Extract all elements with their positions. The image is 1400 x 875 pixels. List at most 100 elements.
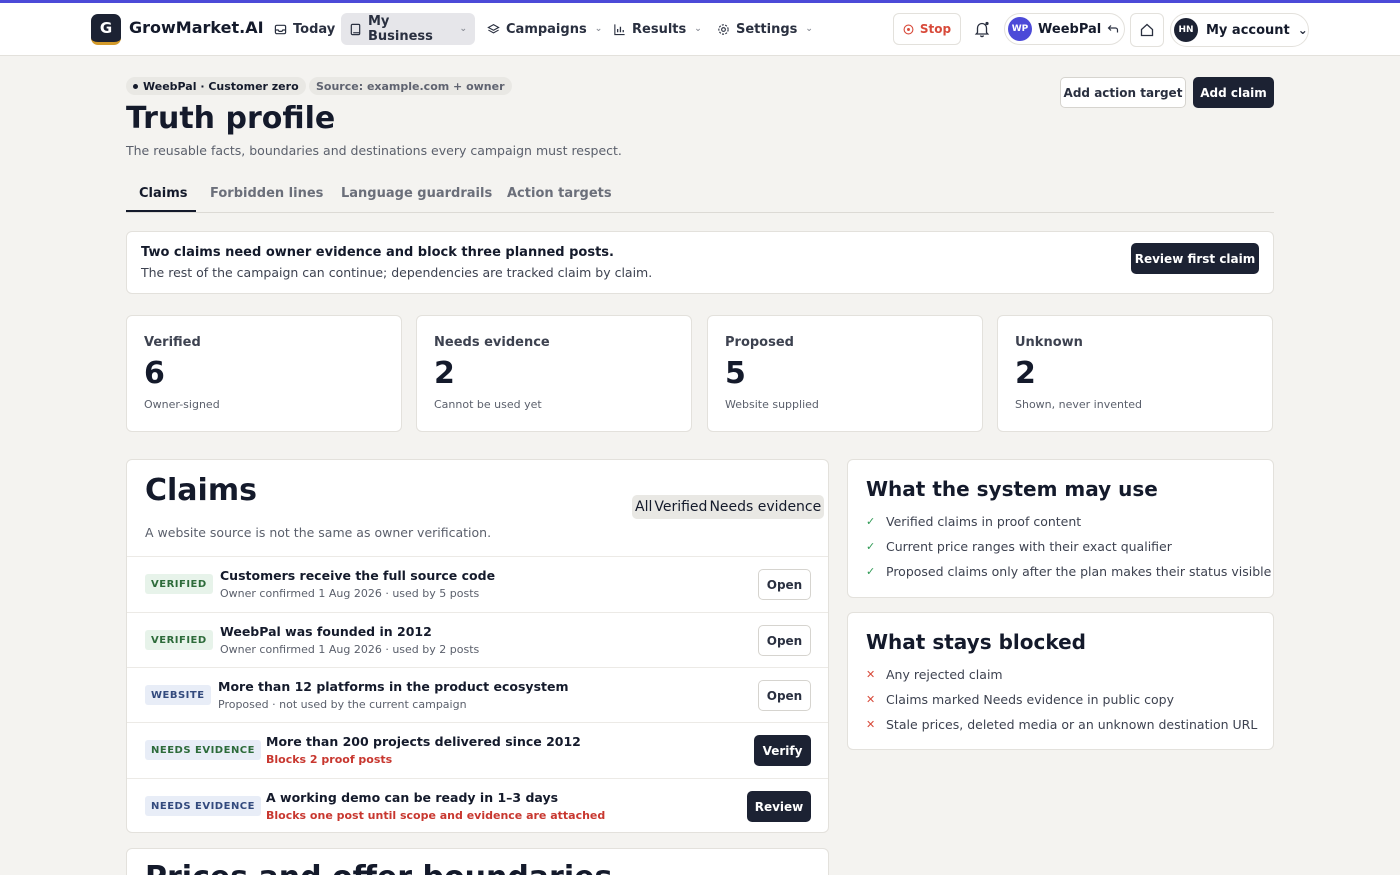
book-icon xyxy=(350,23,361,35)
claim-title: More than 200 projects delivered since 2… xyxy=(266,734,581,749)
page-subtitle: The reusable facts, boundaries and desti… xyxy=(126,143,622,158)
verify-claim-button[interactable]: Verify xyxy=(754,735,811,766)
blocked-item-label: Claims marked Needs evidence in public c… xyxy=(886,692,1174,707)
claim-title: A working demo can be ready in 1–3 days xyxy=(266,790,559,805)
stat-card-proposed: Proposed 5 Website supplied xyxy=(707,315,983,432)
workspace-avatar: WP xyxy=(1008,17,1032,41)
page-title: Truth profile xyxy=(126,101,336,136)
stat-value: 2 xyxy=(1015,356,1036,391)
may-use-item: ✓ Proposed claims only after the plan mak… xyxy=(866,564,1271,579)
stat-value: 5 xyxy=(725,356,746,391)
blocked-item: ✕ Stale prices, deleted media or an unkno… xyxy=(866,717,1257,732)
brand-name[interactable]: GrowMarket.AI xyxy=(129,18,264,37)
tab-claims[interactable]: Claims xyxy=(139,186,188,201)
stat-card-unknown: Unknown 2 Shown, never invented xyxy=(997,315,1273,432)
nav-my-business[interactable]: My Business ⌄ xyxy=(341,13,475,45)
blocked-item: ✕ Claims marked Needs evidence in public … xyxy=(866,692,1174,707)
review-first-claim-button[interactable]: Review first claim xyxy=(1131,243,1259,274)
filter-all[interactable]: All xyxy=(634,499,653,515)
add-action-target-button[interactable]: Add action target xyxy=(1060,77,1186,108)
claim-meta: Owner confirmed 1 Aug 2026 · used by 2 p… xyxy=(220,643,480,656)
workspace-name: WeebPal xyxy=(1038,21,1102,37)
nav-settings[interactable]: Settings ⌄ xyxy=(709,13,821,45)
workspace-switcher[interactable]: WP WeebPal xyxy=(1004,13,1125,45)
review-claim-button[interactable]: Review xyxy=(747,791,811,822)
check-icon: ✓ xyxy=(866,540,876,553)
claim-title: Customers receive the full source code xyxy=(220,568,496,583)
bell-icon[interactable] xyxy=(972,19,992,39)
blocked-item-label: Stale prices, deleted media or an unknow… xyxy=(886,717,1258,732)
claim-meta: Proposed · not used by the current campa… xyxy=(218,698,467,711)
chevron-down-icon: ⌄ xyxy=(1297,23,1308,37)
alert-subtitle: The rest of the campaign can continue; d… xyxy=(141,265,653,280)
tab-language-guardrails[interactable]: Language guardrails xyxy=(341,186,492,201)
add-claim-button[interactable]: Add claim xyxy=(1193,77,1274,108)
may-use-panel: What the system may use ✓ Verified claims… xyxy=(847,459,1274,598)
may-use-title: What the system may use xyxy=(866,477,1158,501)
claim-blocking-note: Blocks 2 proof posts xyxy=(266,753,393,766)
open-claim-button[interactable]: Open xyxy=(758,625,811,656)
prices-panel: Prices and offer boundaries xyxy=(126,848,829,875)
check-icon: ✓ xyxy=(866,515,876,528)
evidence-alert: Two claims need owner evidence and block… xyxy=(126,231,1274,294)
business-pill-label: WeebPal · Customer zero xyxy=(143,79,299,93)
chevron-down-icon: ⌄ xyxy=(594,24,603,34)
stat-value: 2 xyxy=(434,356,455,391)
switch-icon xyxy=(1107,25,1119,33)
nav-my-business-label: My Business xyxy=(368,14,433,44)
nav-today[interactable]: Today xyxy=(266,13,343,45)
claims-title: Claims xyxy=(145,473,257,508)
claim-blocking-note: Blocks one post until scope and evidence… xyxy=(266,809,606,822)
claim-row: NEEDS EVIDENCE More than 200 projects de… xyxy=(127,722,828,777)
prices-title: Prices and offer boundaries xyxy=(145,860,612,875)
account-label: My account xyxy=(1206,22,1290,38)
home-button[interactable] xyxy=(1130,13,1164,47)
account-menu[interactable]: HN My account ⌄ xyxy=(1170,13,1309,47)
layers-icon xyxy=(487,23,500,33)
claims-subtitle: A website source is not the same as owne… xyxy=(145,525,492,540)
close-icon: ✕ xyxy=(866,668,876,681)
nav-results[interactable]: Results ⌄ xyxy=(605,13,710,45)
stat-label: Verified xyxy=(144,335,201,350)
stat-label: Unknown xyxy=(1015,335,1083,350)
status-badge: WEBSITE xyxy=(145,685,211,705)
nav-campaigns-label: Campaigns xyxy=(506,21,587,37)
stat-card-verified: Verified 6 Owner-signed xyxy=(126,315,402,432)
filter-verified[interactable]: Verified xyxy=(653,499,708,515)
claim-title: More than 12 platforms in the product ec… xyxy=(218,679,569,694)
may-use-item: ✓ Current price ranges with their exact q… xyxy=(866,539,1172,554)
status-badge: VERIFIED xyxy=(145,630,213,650)
alert-title: Two claims need owner evidence and block… xyxy=(141,245,614,260)
bar-chart-icon xyxy=(614,23,625,35)
business-pill: WeebPal · Customer zero xyxy=(126,77,306,95)
open-claim-button[interactable]: Open xyxy=(758,680,811,711)
stop-circle-icon xyxy=(903,24,914,34)
stop-label: Stop xyxy=(919,22,952,36)
top-navigation-bar: G GrowMarket.AI Today My Business ⌄ Camp… xyxy=(0,3,1400,56)
may-use-item: ✓ Verified claims in proof content xyxy=(866,514,1081,529)
claim-title: WeebPal was founded in 2012 xyxy=(220,624,432,639)
tab-action-targets[interactable]: Action targets xyxy=(507,186,612,201)
app-logo[interactable]: G xyxy=(91,14,121,45)
claims-panel: Claims All Verified Needs evidence A web… xyxy=(126,459,829,833)
stop-button[interactable]: Stop xyxy=(893,13,961,45)
stat-caption: Shown, never invented xyxy=(1015,398,1143,411)
status-badge: NEEDS EVIDENCE xyxy=(145,796,261,816)
filter-needs-evidence[interactable]: Needs evidence xyxy=(708,499,822,515)
nav-settings-label: Settings xyxy=(736,21,798,37)
blocked-item: ✕ Any rejected claim xyxy=(866,667,1003,682)
tab-forbidden-lines[interactable]: Forbidden lines xyxy=(210,186,323,201)
open-claim-button[interactable]: Open xyxy=(758,569,811,600)
check-icon: ✓ xyxy=(866,565,876,578)
chevron-down-icon: ⌄ xyxy=(459,24,467,34)
claim-row: WEBSITE More than 12 platforms in the pr… xyxy=(127,667,828,722)
nav-campaigns[interactable]: Campaigns ⌄ xyxy=(479,13,610,45)
nav-results-label: Results xyxy=(632,21,687,37)
close-icon: ✕ xyxy=(866,718,876,731)
home-icon xyxy=(1140,23,1154,37)
blocked-title: What stays blocked xyxy=(866,630,1086,654)
stat-value: 6 xyxy=(144,356,165,391)
claim-meta: Owner confirmed 1 Aug 2026 · used by 5 p… xyxy=(220,587,480,600)
nav-today-label: Today xyxy=(293,21,336,37)
stat-caption: Cannot be used yet xyxy=(434,398,542,411)
